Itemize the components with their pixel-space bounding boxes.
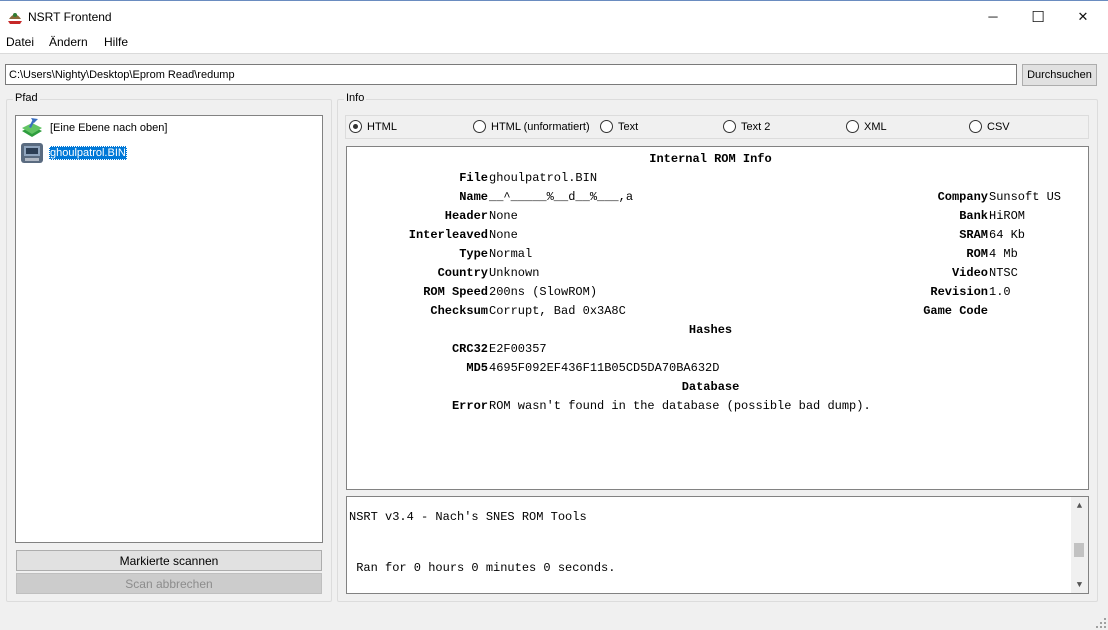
bank-label: Bank [959,209,988,223]
close-icon: ✕ [1077,8,1089,24]
menu-hilfe[interactable]: Hilfe [104,35,128,49]
radio-text-2[interactable]: Text 2 [723,120,770,133]
checksum-label: Checksum [430,304,488,318]
browse-button[interactable]: Durchsuchen [1022,64,1097,86]
interleaved-value: None [489,228,518,242]
log-scrollbar[interactable]: ▲ ▼ [1071,497,1088,593]
menu-aendern[interactable]: Ändern [49,35,88,49]
list-item-parent-dir[interactable]: [Eine Ebene nach oben] [20,117,168,139]
radio-checked-icon [349,120,362,133]
database-heading: Database [681,380,740,394]
error-value: ROM wasn't found in the database (possib… [489,399,871,413]
sram-label: SRAM [959,228,988,242]
rom-info-heading: Internal ROM Info [649,152,772,166]
radio-html-unformatted[interactable]: HTML (unformatiert) [473,120,590,133]
md5-value: 4695F092EF436F11B05CD5DA70BA632D [489,361,720,375]
interleaved-label: Interleaved [408,228,488,242]
info-group-label: Info [344,92,367,104]
radio-label: HTML (unformatiert) [491,120,590,133]
radio-html[interactable]: HTML [349,120,397,133]
close-button[interactable]: ✕ [1060,1,1106,32]
checksum-value: Corrupt, Bad 0x3A8C [489,304,626,318]
radio-unchecked-icon [969,120,982,133]
name-value: __^_____%__d__%___,a [489,190,634,204]
path-group-label: Pfad [13,92,40,104]
scroll-thumb[interactable] [1074,543,1084,557]
radio-unchecked-icon [600,120,613,133]
rom-speed-value: 200ns (SlowROM) [489,285,598,299]
app-icon [8,13,22,24]
sram-value: 64 Kb [989,228,1026,242]
header-value: None [489,209,518,223]
menu-bar: Datei Ändern Hilfe [0,32,1108,54]
minimize-icon: ─ [988,9,998,24]
radio-label: HTML [367,120,397,133]
radio-label: Text [618,120,639,133]
name-label: Name [459,190,488,204]
log-line: Ran for 0 hours 0 minutes 0 seconds. [349,561,616,575]
radio-xml[interactable]: XML [846,120,887,133]
crc32-label: CRC32 [451,342,488,356]
radio-unchecked-icon [473,120,486,133]
list-item-label: [Eine Ebene nach oben] [50,122,168,134]
type-label: Type [459,247,488,261]
md5-label: MD5 [466,361,488,375]
rom-size-label: ROM [966,247,988,261]
radio-unchecked-icon [846,120,859,133]
revision-value: 1.0 [989,285,1011,299]
radio-label: XML [864,120,887,133]
error-label: Error [451,399,488,413]
path-input[interactable] [5,64,1017,85]
log-line: NSRT v3.4 - Nach's SNES ROM Tools [349,510,587,524]
video-value: NTSC [989,266,1018,280]
radio-csv[interactable]: CSV [969,120,1010,133]
video-label: Video [951,266,988,280]
revision-label: Revision [930,285,988,299]
format-radio-bar: HTML HTML (unformatiert) Text Text 2 XML… [345,115,1089,139]
rom-info-panel[interactable]: Internal ROM Info File ghoulpatrol.BIN N… [346,146,1089,490]
header-label: Header [444,209,488,223]
title-bar[interactable]: NSRT Frontend ─ ☐ ✕ [0,0,1108,32]
maximize-icon: ☐ [1031,8,1045,26]
country-label: Country [437,266,488,280]
file-value: ghoulpatrol.BIN [489,171,598,185]
abort-scan-button[interactable]: Scan abbrechen [16,573,322,594]
rom-speed-label: ROM Speed [423,285,488,299]
radio-label: Text 2 [741,120,771,133]
scan-selected-button[interactable]: Markierte scannen [16,550,322,571]
file-list[interactable]: [Eine Ebene nach oben] ghoulpatrol.BIN [15,115,323,543]
hashes-heading: Hashes [688,323,733,337]
window-title: NSRT Frontend [28,10,112,24]
scroll-down-icon[interactable]: ▼ [1071,576,1088,593]
bank-value: HiROM [989,209,1026,223]
resize-grip-icon[interactable] [1096,618,1106,628]
company-value: Sunsoft US [989,190,1062,204]
game-code-label: Game Code [923,304,988,318]
maximize-button[interactable]: ☐ [1015,1,1061,32]
rom-file-icon [21,143,43,163]
crc32-value: E2F00357 [489,342,547,356]
list-item-label: ghoulpatrol.BIN [49,146,127,160]
file-label: File [459,171,488,185]
radio-text[interactable]: Text [600,120,638,133]
folder-up-icon [22,118,42,137]
menu-datei[interactable]: Datei [6,35,34,49]
company-label: Company [937,190,988,204]
minimize-button[interactable]: ─ [970,1,1016,32]
country-value: Unknown [489,266,540,280]
scroll-up-icon[interactable]: ▲ [1071,497,1088,514]
log-panel[interactable]: NSRT v3.4 - Nach's SNES ROM Tools Ran fo… [346,496,1089,594]
radio-unchecked-icon [723,120,736,133]
list-item-rom-file[interactable]: ghoulpatrol.BIN [20,142,127,164]
rom-size-value: 4 Mb [989,247,1018,261]
radio-label: CSV [987,120,1010,133]
type-value: Normal [489,247,533,261]
